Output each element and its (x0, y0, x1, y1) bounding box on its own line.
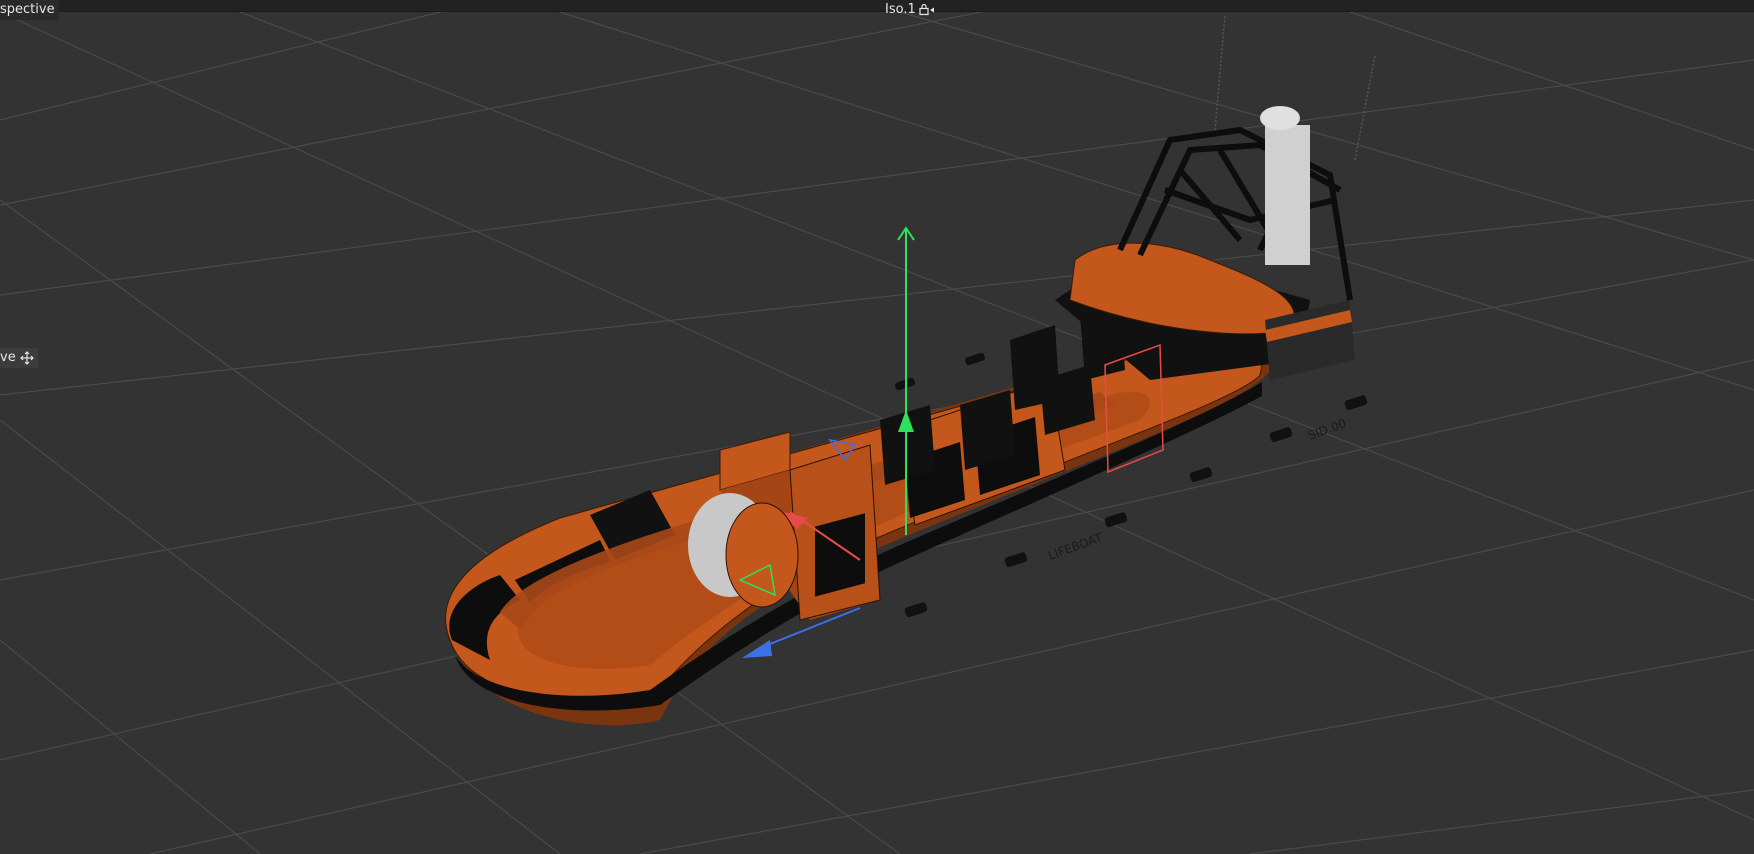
lock-icon[interactable] (919, 4, 935, 16)
viewport-header-bar (0, 0, 1754, 12)
camera-name: Iso.1 (885, 2, 916, 17)
lifeboat-model[interactable]: LIFEBOAT SID.00 (445, 14, 1376, 726)
antenna (1354, 54, 1376, 161)
bow-code: SID.00 (1306, 416, 1348, 443)
move-tool-label[interactable]: ve (0, 348, 38, 368)
radar-dome (1260, 106, 1300, 130)
hull-lettering: LIFEBOAT (1046, 530, 1105, 563)
projection-label[interactable]: spective (0, 0, 59, 20)
camera-label[interactable]: Iso.1 (885, 0, 935, 20)
move-arrows-icon (19, 351, 34, 365)
tool-name: ve (0, 350, 16, 365)
radar-mast (1265, 125, 1310, 265)
3d-viewport[interactable]: LIFEBOAT SID.00 (0, 0, 1754, 854)
antenna (1214, 14, 1226, 131)
ground-grid (0, 0, 1754, 854)
